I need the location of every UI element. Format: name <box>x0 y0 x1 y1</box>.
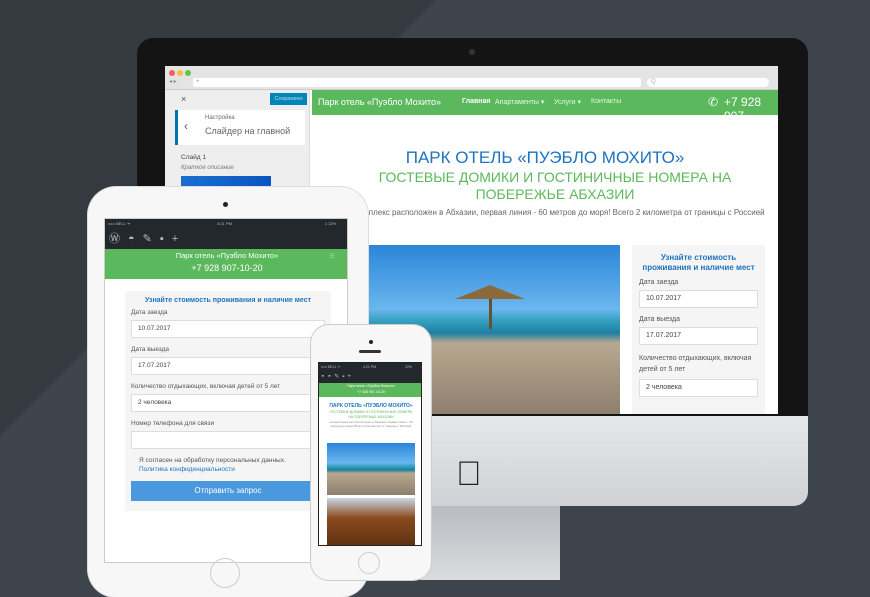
booking-form: Узнайте стоимость проживания и наличие м… <box>632 245 765 414</box>
iphone-toolbar: ••••• BELL ᯤ 4:21 PM 22% ◓◓✎▪+ <box>319 363 421 383</box>
ipad-home-button[interactable] <box>210 558 240 588</box>
close-icon[interactable]: × <box>181 94 186 104</box>
parasol <box>455 285 525 299</box>
section-header[interactable]: ‹ Настройка Слайдер на главной <box>175 110 305 145</box>
iphone-camera <box>369 340 373 344</box>
nav-home[interactable]: Главная <box>462 98 490 105</box>
nav-services[interactable]: Услуги ▾ <box>554 98 581 106</box>
beach-photo <box>327 443 415 495</box>
guests-select[interactable]: 2 человека <box>131 394 325 412</box>
save-button[interactable]: Сохранено <box>270 93 307 105</box>
header-phone[interactable]: +7 928 907 <box>724 95 778 123</box>
phone-input[interactable] <box>131 431 325 449</box>
site-brand[interactable]: Парк отель «Пуэбло Мохито» <box>318 97 441 107</box>
checkout-input[interactable]: 17.07.2017 <box>131 357 325 375</box>
section-title: Слайдер на главной <box>205 126 291 136</box>
checkin-input[interactable]: 10.07.2017 <box>131 320 325 338</box>
ipad-toolbar: ••••• BELL ᯤ 4:21 PM 1 22% Ⓦ◓✎▪+ <box>105 219 347 249</box>
apple-logo-icon:  <box>456 455 482 494</box>
browser-chrome: ◂ ▸ + Q <box>165 66 778 90</box>
breadcrumb: Настройка <box>205 115 235 121</box>
imac-stand <box>420 506 560 580</box>
iphone-home-button[interactable] <box>358 552 380 574</box>
close-dot[interactable] <box>169 70 175 76</box>
header-phone[interactable]: +7 928 907-10-20 <box>319 389 421 395</box>
consent-checkbox[interactable]: Я согласен на обработку персональных дан… <box>131 457 325 464</box>
checkout-label: Дата выезда <box>131 346 170 353</box>
minimize-dot[interactable] <box>177 70 183 76</box>
iphone-screen: ••••• BELL ᯤ 4:21 PM 22% ◓◓✎▪+ Парк отел… <box>318 362 422 546</box>
phone-icon: ✆ <box>708 95 719 109</box>
phone-label: Номер телефона для связи <box>131 420 215 427</box>
battery: 22% <box>405 365 413 369</box>
parasol-pole <box>489 299 492 329</box>
checkout-label: Дата выезда <box>639 316 680 323</box>
guests-label: Количество отдыхающих, включая детей от … <box>639 355 752 373</box>
carrier: ••••• BELL ᯤ <box>108 221 131 226</box>
clock: 4:21 PM <box>363 365 377 369</box>
maximize-dot[interactable] <box>185 70 191 76</box>
hamburger-icon[interactable]: ≡ <box>329 251 335 262</box>
ipad-header: Парк отель «Пуэбло Мохито» +7 928 907-10… <box>105 249 347 279</box>
cottage-photo <box>327 498 415 545</box>
header-phone[interactable]: +7 928 907-10-20 <box>105 263 347 273</box>
back-forward-icon[interactable]: ◂ ▸ <box>169 78 177 85</box>
page-subtitle: ГОСТЕВЫЕ ДОМИКИ И ГОСТИНИЧНЫЕ НОМЕРА НА … <box>378 169 732 202</box>
guests-label: Количество отдыхающих, включая детей от … <box>131 383 281 390</box>
site-navbar: Парк отель «Пуэбло Мохито» Главная Апарт… <box>312 90 778 123</box>
address-bar[interactable]: + <box>193 78 641 87</box>
carrier: ••••• BELL ᯤ <box>321 365 341 369</box>
search-bar[interactable]: Q <box>647 78 769 87</box>
page-lead: ничный комплекс расположен в Абхазии, пе… <box>329 420 413 428</box>
slide-label: Слайд 1 <box>181 154 206 161</box>
short-desc-label: Краткое описание <box>181 165 234 171</box>
guests-select[interactable]: 2 человека <box>639 379 758 397</box>
checkin-label: Дата заезда <box>131 309 168 316</box>
booking-form: Узнайте стоимость проживания и наличие м… <box>125 291 331 511</box>
submit-button[interactable]: Отправить запрос <box>131 481 325 501</box>
page-lead: ничный комплекс расположен в Абхазии, пе… <box>325 208 765 217</box>
checkin-label: Дата заезда <box>639 279 679 286</box>
nav-contacts[interactable]: Контакты <box>591 98 621 105</box>
clock: 4:21 PM <box>217 221 232 226</box>
site-brand[interactable]: Парк отель «Пуэбло Мохито» <box>105 251 347 260</box>
admin-bar-icons[interactable]: ◓◓✎▪+ <box>321 373 354 380</box>
page-title: ПАРК ОТЕЛЬ «ПУЭБЛО МОХИТО» <box>329 403 413 409</box>
back-icon[interactable]: ‹ <box>184 119 188 133</box>
iphone-header: Парк отель «Пуэбло Мохито» +7 928 907-10… <box>319 383 421 397</box>
privacy-link[interactable]: Политика конфиденциальности <box>131 466 325 473</box>
ipad-camera <box>223 202 228 207</box>
form-title: Узнайте стоимость проживания и наличие м… <box>144 297 312 304</box>
admin-bar-icons[interactable]: Ⓦ◓✎▪+ <box>109 230 186 246</box>
nav-apartments[interactable]: Апартаменты ▾ <box>495 98 544 106</box>
page-title: ПАРК ОТЕЛЬ «ПУЭБЛО МОХИТО» <box>405 148 685 167</box>
checkin-input[interactable]: 10.07.2017 <box>639 290 758 308</box>
page-subtitle: ГОСТЕВЫЕ ДОМИКИ И ГОСТИНИЧНЫЕ НОМЕРА НА … <box>329 410 413 419</box>
checkout-input[interactable]: 17.07.2017 <box>639 327 758 345</box>
battery: 1 22% <box>325 221 337 226</box>
camera <box>469 49 475 55</box>
iphone-speaker <box>359 350 381 353</box>
form-title: Узнайте стоимость проживания и наличие м… <box>642 253 755 272</box>
